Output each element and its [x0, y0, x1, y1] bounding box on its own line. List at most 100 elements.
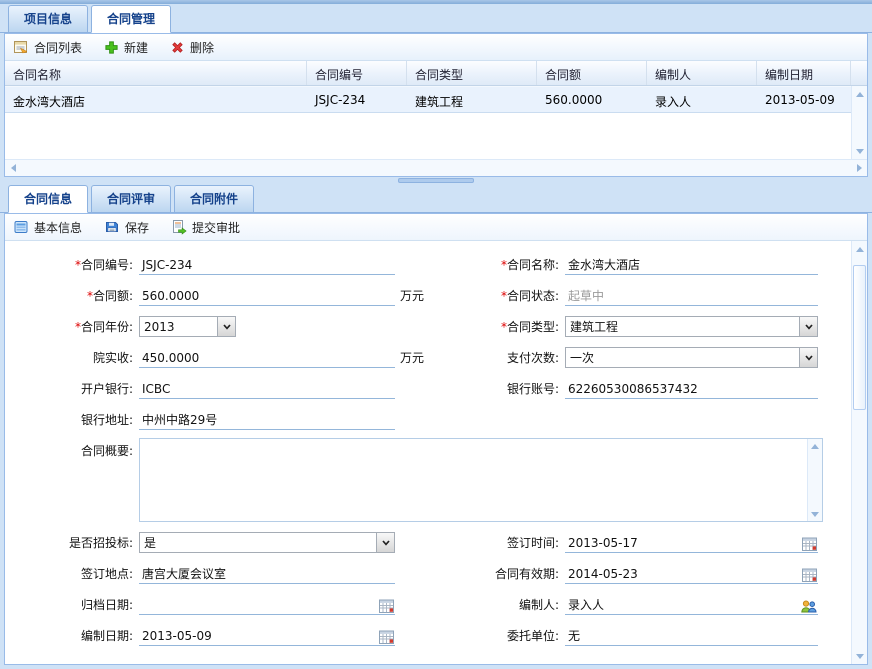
received-field[interactable]: 450.0000 [139, 348, 395, 368]
summary-scrollbar[interactable] [807, 439, 822, 521]
form-toolbar: 基本信息 保存 提交审批 [5, 214, 867, 241]
cell-contract-type: 建筑工程 [407, 87, 537, 112]
main-tabstrip: 项目信息 合同管理 [0, 4, 872, 33]
column-header-contract-type[interactable]: 合同类型 [407, 61, 537, 85]
save-button[interactable]: 保存 [104, 219, 149, 236]
creator-label: 编制人: [441, 596, 559, 613]
table-row[interactable]: 金水湾大酒店 JSJC-234 建筑工程 560.0000 录入人 2013-0… [5, 86, 867, 113]
bank-addr-field[interactable]: 中州中路29号 [139, 410, 395, 430]
basic-info-label: 基本信息 [34, 219, 82, 236]
grid-vertical-scrollbar[interactable] [851, 86, 867, 159]
calendar-icon[interactable] [379, 599, 394, 613]
form-row: 归档日期: 编制人: 录入人 [13, 589, 867, 620]
delete-label: 删除 [190, 39, 214, 56]
is-bid-select[interactable]: 是 [139, 532, 395, 553]
new-button[interactable]: 新建 [104, 39, 148, 56]
type-label: *合同类型: [441, 318, 559, 335]
submit-approval-button[interactable]: 提交审批 [171, 219, 240, 236]
contract-management-app: 项目信息 合同管理 合同列表 新建 删除 合同名称 合同编号 合同类型 合同额 … [0, 0, 872, 669]
add-icon [104, 40, 119, 55]
scroll-left-icon[interactable] [5, 160, 21, 176]
grid-horizontal-scrollbar[interactable] [5, 159, 867, 176]
tab-contract-info[interactable]: 合同信息 [8, 185, 88, 213]
people-picker-icon[interactable] [800, 599, 817, 613]
form-vertical-scrollbar[interactable] [851, 241, 867, 664]
column-header-contract-no[interactable]: 合同编号 [307, 61, 407, 85]
calendar-icon[interactable] [379, 630, 394, 644]
type-select[interactable]: 建筑工程 [565, 316, 818, 337]
form-row: 开户银行: ICBC 银行账号: 62260530086537432 [13, 373, 867, 404]
sign-time-field[interactable]: 2013-05-17 [565, 533, 818, 553]
grid-toolbar: 合同列表 新建 删除 [5, 34, 867, 61]
column-header-creator[interactable]: 编制人 [647, 61, 757, 85]
panel-splitter[interactable] [0, 177, 872, 185]
is-bid-label: 是否招投标: [13, 534, 133, 551]
chevron-down-icon[interactable] [217, 317, 235, 336]
tab-contract-management[interactable]: 合同管理 [91, 5, 171, 33]
delete-button[interactable]: 删除 [170, 39, 214, 56]
form-row: 院实收: 450.0000 万元 支付次数: 一次 [13, 342, 867, 373]
create-date-label: 编制日期: [13, 627, 133, 644]
contract-list-button[interactable]: 合同列表 [13, 39, 82, 56]
bank-field[interactable]: ICBC [139, 379, 395, 399]
splitter-grip-icon[interactable] [398, 178, 474, 183]
status-field: 起草中 [565, 286, 818, 306]
contract-list-label: 合同列表 [34, 39, 82, 56]
tab-project-info[interactable]: 项目信息 [8, 5, 88, 33]
column-header-contract-name[interactable]: 合同名称 [5, 61, 307, 85]
valid-until-label: 合同有效期: [441, 565, 559, 582]
chevron-down-icon[interactable] [799, 317, 817, 336]
summary-label: 合同概要: [13, 438, 133, 459]
contract-grid-panel: 合同列表 新建 删除 合同名称 合同编号 合同类型 合同额 编制人 编制日期 金… [4, 33, 868, 177]
column-header-create-date[interactable]: 编制日期 [757, 61, 851, 85]
chevron-down-icon[interactable] [799, 348, 817, 367]
pay-times-select[interactable]: 一次 [565, 347, 818, 368]
form-row: *合同编号: JSJC-234 *合同名称: 金水湾大酒店 [13, 249, 867, 280]
detail-tabstrip: 合同信息 合同评审 合同附件 [0, 185, 872, 213]
client-unit-label: 委托单位: [441, 627, 559, 644]
client-unit-field[interactable]: 无 [565, 626, 818, 646]
contract-name-label: *合同名称: [441, 256, 559, 273]
grid-header: 合同名称 合同编号 合同类型 合同额 编制人 编制日期 [5, 61, 867, 86]
tab-contract-review[interactable]: 合同评审 [91, 185, 171, 213]
chevron-down-icon[interactable] [376, 533, 394, 552]
save-icon [104, 219, 120, 235]
calendar-icon[interactable] [802, 568, 817, 582]
contract-name-field[interactable]: 金水湾大酒店 [565, 255, 818, 275]
cell-amount: 560.0000 [537, 87, 647, 112]
scroll-down-icon[interactable] [852, 143, 868, 159]
form-row: *合同额: 560.0000 万元 *合同状态: 起草中 [13, 280, 867, 311]
form-row: 签订地点: 唐宫大厦会议室 合同有效期: 2014-05-23 [13, 558, 867, 589]
amount-field[interactable]: 560.0000 [139, 286, 395, 306]
sign-time-label: 签订时间: [441, 534, 559, 551]
scroll-up-icon[interactable] [852, 86, 868, 102]
year-label: *合同年份: [13, 318, 133, 335]
summary-textarea[interactable] [139, 438, 823, 522]
account-label: 银行账号: [441, 380, 559, 397]
archive-date-field[interactable] [139, 595, 395, 615]
basic-info-button[interactable]: 基本信息 [13, 219, 82, 236]
scroll-right-icon[interactable] [851, 160, 867, 176]
create-date-field[interactable]: 2013-05-09 [139, 626, 395, 646]
status-label: *合同状态: [441, 287, 559, 304]
scroll-down-icon[interactable] [808, 507, 822, 521]
grid-body: 金水湾大酒店 JSJC-234 建筑工程 560.0000 录入人 2013-0… [5, 86, 867, 159]
bank-label: 开户银行: [13, 380, 133, 397]
account-field[interactable]: 62260530086537432 [565, 379, 818, 399]
sign-place-field[interactable]: 唐宫大厦会议室 [139, 564, 395, 584]
contract-no-field[interactable]: JSJC-234 [139, 255, 395, 275]
contract-list-icon [13, 39, 29, 55]
year-select[interactable]: 2013 [139, 316, 236, 337]
tab-contract-attachments[interactable]: 合同附件 [174, 185, 254, 213]
scroll-down-icon[interactable] [852, 648, 868, 664]
scrollbar-thumb[interactable] [853, 265, 866, 410]
received-label: 院实收: [13, 349, 133, 366]
column-header-amount[interactable]: 合同额 [537, 61, 647, 85]
form-row: 编制日期: 2013-05-09 委托单位: 无 [13, 620, 867, 651]
calendar-icon[interactable] [802, 537, 817, 551]
valid-until-field[interactable]: 2014-05-23 [565, 564, 818, 584]
creator-field[interactable]: 录入人 [565, 595, 818, 615]
archive-date-label: 归档日期: [13, 596, 133, 613]
scroll-up-icon[interactable] [852, 241, 868, 257]
scroll-up-icon[interactable] [808, 439, 822, 453]
